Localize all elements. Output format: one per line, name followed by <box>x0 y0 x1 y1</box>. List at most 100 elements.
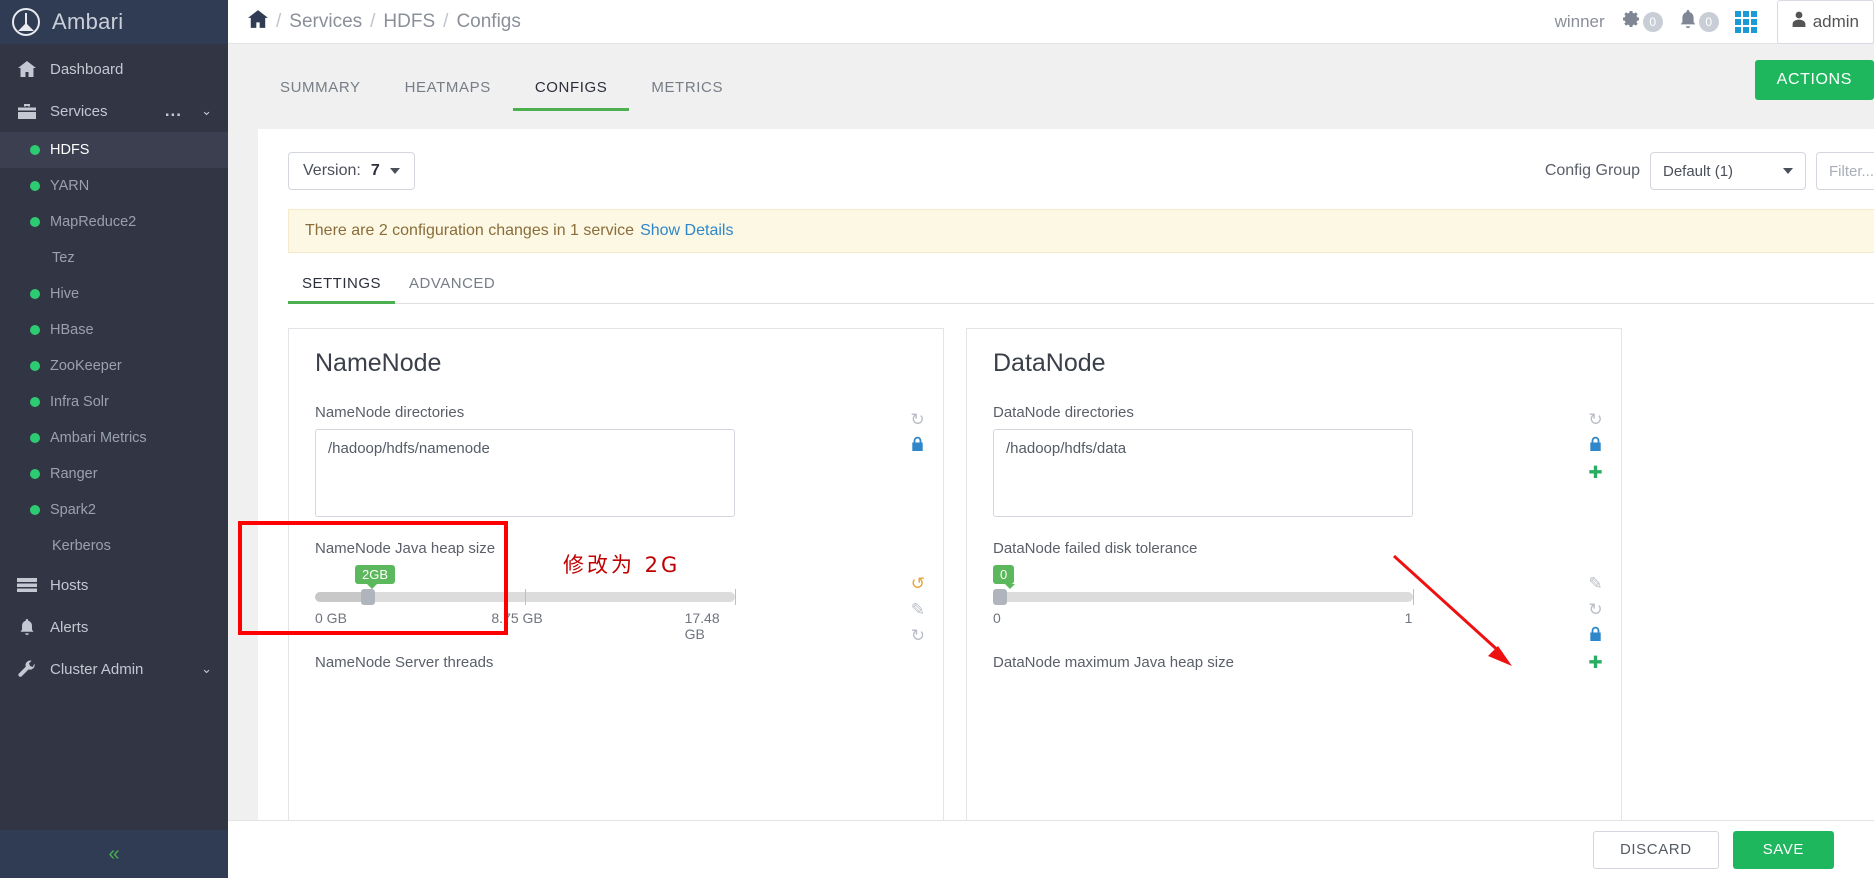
sidebar-item-kerberos[interactable]: Kerberos <box>0 528 228 564</box>
namenode-directories-input[interactable] <box>315 429 735 517</box>
sidebar-item-zookeeper[interactable]: ZooKeeper <box>0 348 228 384</box>
apps-grid-icon[interactable] <box>1734 10 1757 33</box>
sidebar-item-label: Tez <box>52 250 75 266</box>
revert-icon[interactable]: ↻ <box>1588 410 1602 430</box>
sidebar-item-spark2[interactable]: Spark2 <box>0 492 228 528</box>
services-more-icon[interactable]: ... <box>165 101 182 121</box>
datanode-tolerance-slider[interactable]: 0 0 1 <box>993 565 1414 628</box>
chevron-down-icon[interactable]: ⌄ <box>201 103 212 119</box>
status-dot <box>30 217 40 227</box>
breadcrumb-hdfs[interactable]: HDFS <box>383 11 435 33</box>
sidebar-item-infra-solr[interactable]: Infra Solr <box>0 384 228 420</box>
subtab-settings[interactable]: SETTINGS <box>288 275 396 304</box>
namenode-threads-label: NameNode Server threads <box>315 654 494 671</box>
sidebar-item-label: Services <box>50 102 108 120</box>
sidebar-item-mapreduce2[interactable]: MapReduce2 <box>0 204 228 240</box>
sidebar-item-label: Kerberos <box>52 538 111 554</box>
edit-pencil-icon[interactable]: ✎ <box>911 600 925 620</box>
sidebar-item-ranger[interactable]: Ranger <box>0 456 228 492</box>
home-icon[interactable] <box>248 9 268 34</box>
top-bar: / Services / HDFS / Configs winner 0 0 a <box>228 0 1874 44</box>
config-cards: NameNode NameNode directories ↻ NameNode… <box>288 328 1874 878</box>
user-menu-button[interactable]: admin <box>1776 0 1874 44</box>
save-button[interactable]: SAVE <box>1732 830 1834 869</box>
slider-track[interactable] <box>993 589 1414 605</box>
slider-handle[interactable] <box>361 589 376 605</box>
refresh-icon[interactable]: ↻ <box>911 626 925 646</box>
brand-header[interactable]: Ambari <box>0 0 228 44</box>
chevron-down-icon <box>1783 168 1793 174</box>
lock-icon[interactable] <box>1588 626 1603 647</box>
configs-panel: Version: 7 Config Group Default (1) Ther… <box>258 129 1874 878</box>
content-area: Version: 7 Config Group Default (1) Ther… <box>228 111 1874 878</box>
actions-button[interactable]: ACTIONS <box>1754 60 1874 100</box>
tolerance-scale-min: 0 <box>993 610 1001 626</box>
tab-configs[interactable]: CONFIGS <box>512 79 630 111</box>
brand-name: Ambari <box>52 9 124 34</box>
discard-button[interactable]: DISCARD <box>1592 830 1719 869</box>
tab-metrics[interactable]: METRICS <box>629 79 745 111</box>
datanode-directories-field: DataNode directories ↻ ✚ <box>993 404 1603 522</box>
chevron-left-double-icon: « <box>108 842 120 865</box>
chevron-down-icon[interactable]: ⌄ <box>201 661 212 677</box>
heap-scale-max: 17.48 GB <box>684 610 720 642</box>
datanode-directories-icons: ↻ ✚ <box>1588 410 1603 483</box>
slider-handle[interactable] <box>993 589 1007 605</box>
sidebar-collapse-button[interactable]: « <box>0 830 228 878</box>
alerts-button[interactable]: 0 <box>1679 9 1719 35</box>
refresh-icon[interactable]: ↻ <box>1588 600 1602 620</box>
version-dropdown[interactable]: Version: 7 <box>288 152 415 190</box>
namenode-card: NameNode NameNode directories ↻ NameNode… <box>288 328 944 878</box>
sidebar-item-alerts[interactable]: Alerts <box>0 606 228 648</box>
ambari-logo-icon <box>12 8 40 36</box>
sidebar-item-label: Hosts <box>50 576 89 594</box>
sidebar-item-hosts[interactable]: Hosts <box>0 564 228 606</box>
status-dot <box>30 433 40 443</box>
tab-heatmaps[interactable]: HEATMAPS <box>383 79 513 111</box>
config-group-select[interactable]: Default (1) <box>1650 152 1806 190</box>
sidebar-item-hive[interactable]: Hive <box>0 276 228 312</box>
sidebar-item-hbase[interactable]: HBase <box>0 312 228 348</box>
breadcrumb-configs[interactable]: Configs <box>456 11 520 33</box>
subtab-advanced[interactable]: ADVANCED <box>395 275 509 304</box>
sidebar: Ambari Dashboard Services ... ⌄ HDFS YARN… <box>0 0 228 878</box>
sidebar-item-yarn[interactable]: YARN <box>0 168 228 204</box>
breadcrumb-services[interactable]: Services <box>289 11 362 33</box>
gear-icon <box>1621 9 1641 35</box>
home-icon <box>16 61 38 77</box>
sidebar-item-services[interactable]: Services ... ⌄ <box>0 90 228 132</box>
lock-icon[interactable] <box>910 436 925 457</box>
tab-summary[interactable]: SUMMARY <box>258 79 383 111</box>
lock-icon[interactable] <box>1588 436 1603 457</box>
background-operations-button[interactable]: 0 <box>1621 9 1663 35</box>
filter-input[interactable] <box>1816 152 1874 190</box>
edit-pencil-icon[interactable]: ✎ <box>1588 574 1602 594</box>
revert-icon[interactable]: ↺ <box>911 574 925 594</box>
revert-icon[interactable]: ↻ <box>910 410 924 430</box>
sidebar-bottom-nav: Hosts Alerts Cluster Admin ⌄ <box>0 564 228 690</box>
config-subtabs: SETTINGS ADVANCED <box>288 275 1874 304</box>
briefcase-icon <box>16 103 38 119</box>
add-property-icon[interactable]: ✚ <box>1588 463 1602 483</box>
sidebar-item-tez[interactable]: Tez <box>0 240 228 276</box>
config-group-value: Default (1) <box>1663 162 1734 180</box>
sidebar-item-label: HDFS <box>50 142 90 158</box>
sidebar-item-ambari-metrics[interactable]: Ambari Metrics <box>0 420 228 456</box>
namenode-heap-value: 2GB <box>355 565 396 589</box>
user-icon <box>1792 11 1806 32</box>
breadcrumb-separator: / <box>443 10 449 32</box>
namenode-directories-icons: ↻ <box>910 410 925 457</box>
config-footer: DISCARD SAVE <box>228 820 1874 878</box>
sidebar-item-dashboard[interactable]: Dashboard <box>0 48 228 90</box>
add-property-icon[interactable]: ✚ <box>1588 653 1602 673</box>
show-details-link[interactable]: Show Details <box>640 222 733 240</box>
sidebar-item-label: Ranger <box>50 466 98 482</box>
datanode-directories-input[interactable] <box>993 429 1413 517</box>
status-dot <box>30 325 40 335</box>
sidebar-item-cluster-admin[interactable]: Cluster Admin ⌄ <box>0 648 228 690</box>
sidebar-item-hdfs[interactable]: HDFS <box>0 132 228 168</box>
slider-track[interactable] <box>315 589 736 605</box>
annotation-text: 修改为 2G <box>563 553 681 577</box>
namenode-heap-scale: 0 GB 8.75 GB 17.48 GB <box>315 610 735 642</box>
datanode-tolerance-scale: 0 1 <box>993 610 1413 628</box>
